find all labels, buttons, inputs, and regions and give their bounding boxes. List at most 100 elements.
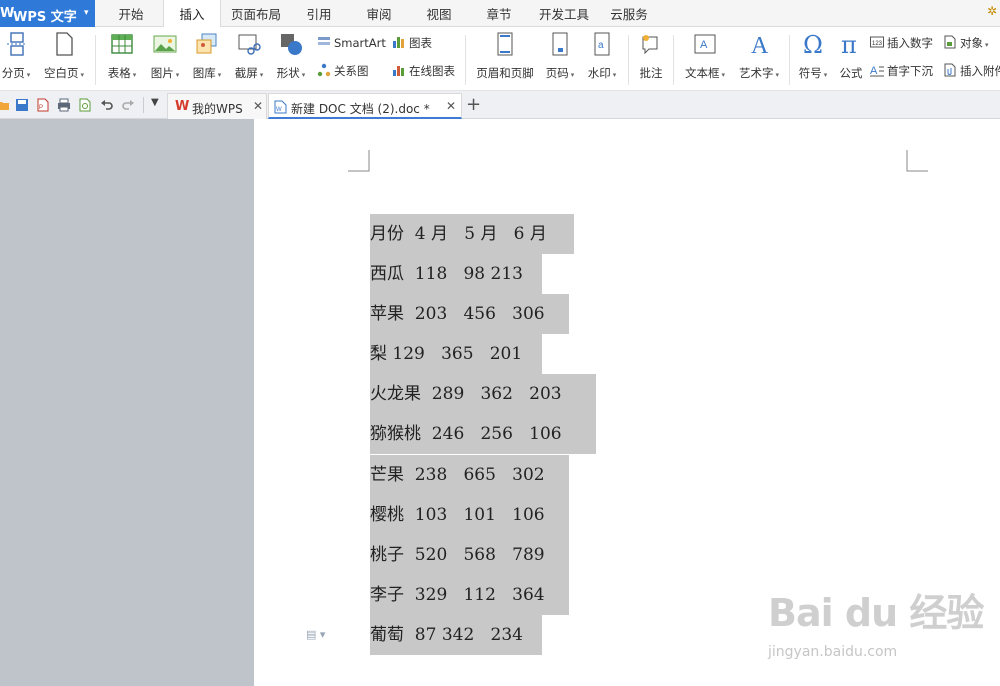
svg-text:Ω: Ω <box>803 31 823 57</box>
ribbon-separator <box>465 35 466 85</box>
tab-my-wps[interactable]: W 我的WPS ✕ <box>167 93 267 119</box>
redo-icon[interactable] <box>121 98 135 112</box>
document-line[interactable]: 李子 329 112 364 <box>370 575 545 615</box>
navigation-pane <box>0 119 254 686</box>
picture-label: 图片 <box>150 66 174 80</box>
tab-document-label: 新建 DOC 文档 (2).doc * <box>291 102 430 116</box>
ribbon: 分页 ▾ 空白页 ▾ 表格 ▾ 图片 ▾ 图库 ▾ 截屏 ▾ 形状 ▾ SmartArt 图表… <box>0 27 1000 91</box>
save-icon[interactable] <box>15 98 29 112</box>
formula-label: 公式 <box>839 66 863 80</box>
relation-icon <box>317 63 331 77</box>
svg-text:A: A <box>751 33 769 57</box>
page-number-label: 页码 <box>545 66 569 80</box>
chart-icon <box>393 37 404 48</box>
smartart-button[interactable]: SmartArt <box>317 35 386 51</box>
paragraph-handle-icon[interactable]: ▤ ▾ <box>306 628 325 641</box>
comment-label: 批注 <box>639 66 663 80</box>
picture-icon <box>153 35 177 53</box>
page-break-label: 分页 <box>1 66 25 80</box>
shape-button[interactable]: 形状 ▾ <box>272 31 310 83</box>
close-icon[interactable]: ✕ <box>253 99 263 113</box>
document-line[interactable]: 火龙果 289 362 203 <box>370 374 562 414</box>
screenshot-button[interactable]: 截屏 ▾ <box>230 31 268 83</box>
tab-my-wps-label: 我的WPS <box>192 102 243 116</box>
app-menu-button[interactable]: W WPS 文字 ▾ <box>0 0 95 27</box>
document-line[interactable]: 梨 129 365 201 <box>370 334 522 374</box>
chevron-down-icon: ▾ <box>84 8 89 18</box>
object-label: 对象 <box>960 36 983 50</box>
print-icon[interactable] <box>57 98 71 112</box>
document-line[interactable]: 樱桃 103 101 106 <box>370 495 545 535</box>
baidu-watermark: Bai du 经验 jingyan.baidu.com <box>768 582 998 672</box>
close-icon[interactable]: ✕ <box>446 99 456 113</box>
chart-label: 图表 <box>409 36 432 50</box>
document-line[interactable]: 猕猴桃 246 256 106 <box>370 414 562 454</box>
page-number-icon <box>552 32 568 56</box>
online-chart-icon <box>393 66 404 76</box>
relation-chart-button[interactable]: 关系图 <box>317 63 369 79</box>
quick-access-bar: P ▼ W 我的WPS ✕ W 新建 DOC 文档 (2).doc * ✕ + <box>0 91 1000 119</box>
insert-attachment-label: 插入附件 <box>960 64 1000 78</box>
export-pdf-icon[interactable]: P <box>36 98 50 112</box>
shape-icon <box>281 34 302 55</box>
symbol-button[interactable]: Ω 符号 ▾ <box>794 31 832 83</box>
chart-button[interactable]: 图表 <box>392 35 432 51</box>
blank-page-label: 空白页 <box>43 66 79 80</box>
header-footer-label: 页眉和页脚 <box>476 66 534 80</box>
omega-icon: Ω <box>803 31 823 57</box>
tab-developer[interactable]: 开发工具 <box>536 0 592 27</box>
gallery-button[interactable]: 图库 ▾ <box>188 31 226 83</box>
document-line[interactable]: 桃子 520 568 789 <box>370 535 545 575</box>
online-chart-button[interactable]: 在线图表 <box>392 63 455 79</box>
skin-icon[interactable]: ✲ <box>987 4 997 18</box>
tab-cloud[interactable]: 云服务 <box>606 0 652 27</box>
tab-document[interactable]: W 新建 DOC 文档 (2).doc * ✕ <box>268 93 462 119</box>
tab-insert[interactable]: 插入 <box>163 0 221 28</box>
ribbon-separator <box>95 35 96 85</box>
print-preview-icon[interactable] <box>78 98 92 112</box>
comment-button[interactable]: 批注 <box>634 31 668 83</box>
tab-section[interactable]: 章节 <box>476 0 522 27</box>
svg-text:P: P <box>39 105 43 111</box>
formula-button[interactable]: π 公式 <box>835 31 867 83</box>
tab-references[interactable]: 引用 <box>296 0 342 27</box>
document-line[interactable]: 葡萄 87 342 234 <box>370 615 523 655</box>
watermark-url: jingyan.baidu.com <box>768 644 898 660</box>
watermark-button[interactable]: a 水印 ▾ <box>583 31 621 83</box>
relation-label: 关系图 <box>334 64 369 78</box>
drop-cap-button[interactable]: A 首字下沉 <box>870 63 933 79</box>
drop-cap-icon: A <box>870 65 884 77</box>
textbox-button[interactable]: A 文本框 ▾ <box>680 31 730 83</box>
insert-number-button[interactable]: 123 插入数字 <box>870 35 933 51</box>
tab-home[interactable]: 开始 <box>106 0 156 27</box>
online-chart-label: 在线图表 <box>409 64 455 78</box>
document-line[interactable]: 西瓜 118 98 213 <box>370 254 523 294</box>
table-button[interactable]: 表格 ▾ <box>103 31 141 83</box>
new-tab-icon[interactable]: + <box>466 94 481 115</box>
tab-review[interactable]: 审阅 <box>356 0 402 27</box>
page-break-icon <box>7 32 27 56</box>
tab-page-layout[interactable]: 页面布局 <box>226 0 286 27</box>
open-folder-icon[interactable] <box>0 98 10 112</box>
blank-page-button[interactable]: 空白页 ▾ <box>40 31 88 83</box>
attachment-icon <box>944 63 956 77</box>
svg-text:a: a <box>598 40 604 51</box>
document-line[interactable]: 芒果 238 665 302 <box>370 455 545 495</box>
watermark-label: 水印 <box>587 66 611 80</box>
page-number-button[interactable]: 页码 ▾ <box>541 31 579 83</box>
document-icon: W <box>274 100 287 114</box>
object-button[interactable]: 对象 ▾ <box>943 35 989 51</box>
picture-button[interactable]: 图片 ▾ <box>146 31 184 83</box>
page-break-button[interactable]: 分页 ▾ <box>0 31 36 83</box>
margin-corner-mark <box>348 150 370 172</box>
insert-attachment-button[interactable]: 插入附件 <box>943 63 1000 79</box>
object-icon <box>944 35 956 49</box>
tab-view[interactable]: 视图 <box>416 0 462 27</box>
document-line[interactable]: 月份 4 月 5 月 6 月 <box>370 214 547 254</box>
undo-icon[interactable] <box>100 98 114 112</box>
customize-dropdown-icon[interactable]: ▼ <box>151 97 159 108</box>
app-title: WPS 文字 <box>13 10 77 25</box>
header-footer-button[interactable]: 页眉和页脚 <box>472 31 538 83</box>
document-line[interactable]: 苹果 203 456 306 <box>370 294 545 334</box>
wordart-button[interactable]: A 艺术字 ▾ <box>734 31 784 83</box>
